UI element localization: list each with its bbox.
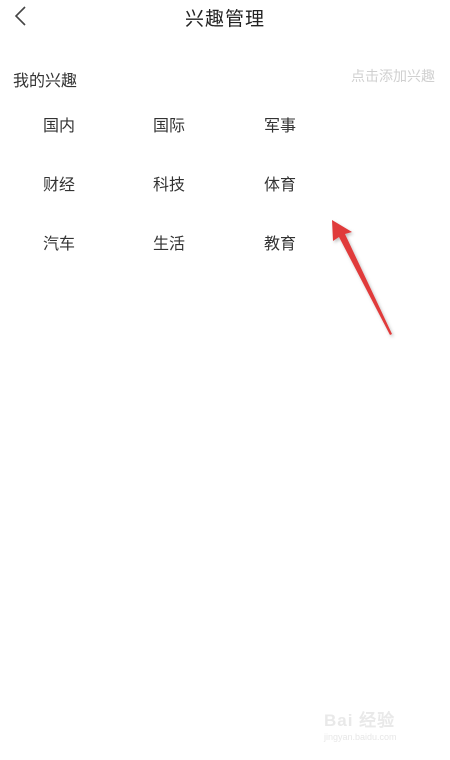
page-title: 兴趣管理: [184, 8, 265, 30]
my-interests-title: 我的兴趣: [13, 71, 78, 90]
interest-tag-sports[interactable]: 体育: [240, 174, 320, 196]
interest-tag-auto[interactable]: 汽车: [19, 233, 99, 255]
add-interest-link[interactable]: 点击添加兴趣: [351, 66, 446, 86]
header: 兴趣管理: [0, 0, 450, 34]
interest-tag-military[interactable]: 军事: [240, 115, 320, 137]
watermark-logo: Bai 经验: [324, 711, 396, 730]
interest-tag-life[interactable]: 生活: [129, 233, 209, 255]
interest-tag-international[interactable]: 国际: [129, 115, 209, 137]
interest-tag-domestic[interactable]: 国内: [19, 115, 99, 137]
baidu-jingyan-watermark: Bai 经验 jingyan.baidu.com: [324, 706, 424, 744]
interest-tag-education[interactable]: 教育: [240, 233, 320, 255]
red-arrow-annotation: [332, 220, 392, 335]
interest-management-page: 兴趣管理 我的兴趣 点击添加兴趣 国内 国际 军事 财经 科技 体育 汽车 生活…: [0, 0, 450, 760]
interest-tag-technology[interactable]: 科技: [129, 174, 209, 196]
watermark-url: jingyan.baidu.com: [324, 732, 397, 742]
interest-tag-finance[interactable]: 财经: [19, 174, 99, 196]
